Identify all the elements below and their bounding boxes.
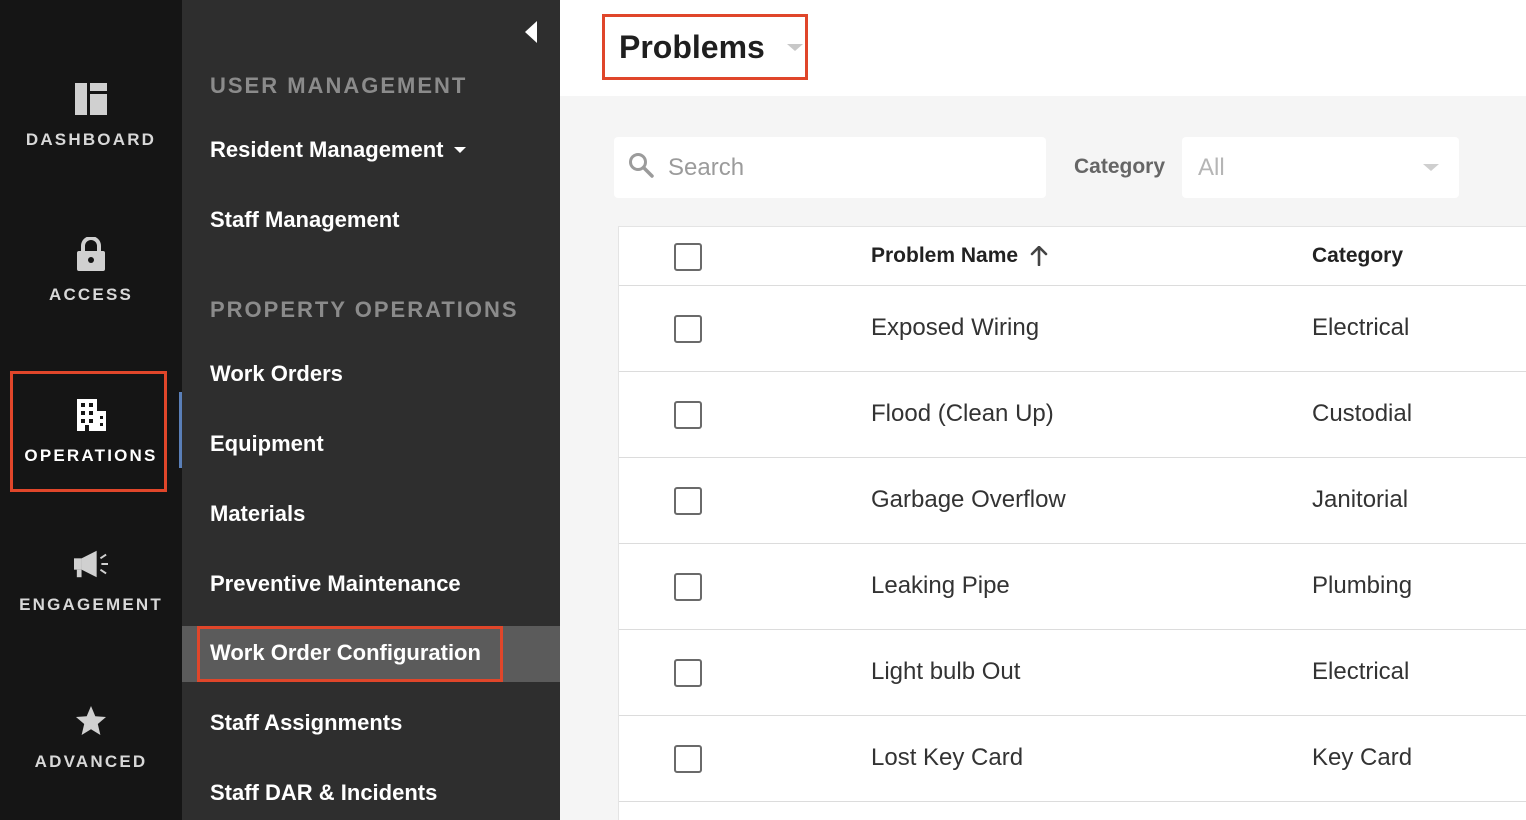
nav-link-preventive-maintenance[interactable]: Preventive Maintenance xyxy=(210,571,461,597)
nav-link-staff-management[interactable]: Staff Management xyxy=(210,207,399,233)
selected-highlight-box xyxy=(197,626,503,682)
nav-link-label: Resident Management xyxy=(210,137,444,162)
rail-item-dashboard[interactable]: DASHBOARD xyxy=(0,56,182,176)
dashboard-icon xyxy=(74,82,108,116)
chevron-down-icon[interactable] xyxy=(786,43,803,51)
search-box[interactable] xyxy=(614,137,1046,198)
select-all-checkbox[interactable] xyxy=(674,243,702,271)
category-cell: Electrical xyxy=(1312,314,1410,341)
table-row[interactable]: Exposed Wiring Electrical xyxy=(619,286,1526,372)
row-checkbox[interactable] xyxy=(674,573,702,601)
category-cell: Electrical xyxy=(1312,658,1410,685)
main-content: Problems Category All Problem Name Categ… xyxy=(560,0,1526,820)
row-checkbox[interactable] xyxy=(674,487,702,515)
rail-label: DASHBOARD xyxy=(25,130,157,149)
column-header-category[interactable]: Category xyxy=(1312,244,1403,268)
search-input[interactable] xyxy=(668,153,1028,182)
category-cell: Key Card xyxy=(1312,744,1413,771)
table-row[interactable]: Leaking Pipe Plumbing xyxy=(619,544,1526,630)
rail-item-advanced[interactable]: ADVANCED xyxy=(0,678,182,798)
table-row[interactable]: Lost Key Card Key Card xyxy=(619,716,1526,802)
problem-name-cell: Exposed Wiring xyxy=(871,314,1040,341)
problem-name-cell: Garbage Overflow xyxy=(871,486,1066,513)
problem-name-cell: Leaking Pipe xyxy=(871,572,1010,599)
nav-link-label: Staff Assignments xyxy=(210,710,403,735)
problems-table: Problem Name Category Exposed Wiring Ele… xyxy=(618,226,1526,820)
lock-icon xyxy=(74,237,108,271)
nav-link-resident-management[interactable]: Resident Management xyxy=(210,137,466,163)
star-icon xyxy=(74,704,108,738)
page-title-selector[interactable]: Problems xyxy=(602,14,808,80)
category-filter-label: Category xyxy=(1074,155,1166,178)
column-header-label: Problem Name xyxy=(871,244,1019,267)
rail-label: ENGAGEMENT xyxy=(19,595,163,614)
search-icon xyxy=(628,152,654,183)
rail-item-access[interactable]: ACCESS xyxy=(0,211,182,331)
nav-link-label: Equipment xyxy=(210,431,324,456)
section-title-user-management: USER MANAGEMENT xyxy=(210,73,468,98)
rail-label: ADVANCED xyxy=(34,752,148,771)
nav-link-label: Staff Management xyxy=(210,207,400,232)
nav-link-label: Materials xyxy=(210,501,306,526)
nav-link-equipment[interactable]: Equipment xyxy=(210,431,324,457)
nav-link-label: Preventive Maintenance xyxy=(210,571,461,596)
secondary-nav: USER MANAGEMENT Resident Management Staf… xyxy=(179,0,560,820)
column-header-problem-name[interactable]: Problem Name xyxy=(871,244,1048,268)
row-checkbox[interactable] xyxy=(674,745,702,773)
collapse-button[interactable] xyxy=(522,20,542,44)
category-cell: Plumbing xyxy=(1312,572,1413,599)
chevron-down-icon xyxy=(453,147,466,153)
chevron-down-icon xyxy=(1423,164,1439,171)
problem-name-cell: Flood (Clean Up) xyxy=(871,400,1054,427)
nav-link-staff-dar-incidents[interactable]: Staff DAR & Incidents xyxy=(210,780,437,806)
nav-link-materials[interactable]: Materials xyxy=(210,501,305,527)
category-select-value: All xyxy=(1198,153,1225,181)
row-checkbox[interactable] xyxy=(674,401,702,429)
problem-name-cell: Lost Key Card xyxy=(871,744,1024,771)
page-header: Problems xyxy=(560,0,1526,96)
primary-rail: DASHBOARD ACCESS OPERATIONS ENGAGEMENT A… xyxy=(0,0,182,820)
megaphone-icon xyxy=(74,547,108,581)
sort-ascending-icon xyxy=(1030,246,1048,266)
nav-link-label: Staff DAR & Incidents xyxy=(210,780,438,805)
table-row[interactable]: Flood (Clean Up) Custodial xyxy=(619,372,1526,458)
operations-highlight-box xyxy=(10,371,167,492)
rail-label: ACCESS xyxy=(48,285,134,304)
nav-link-label: Work Orders xyxy=(210,361,343,386)
table-row[interactable]: Garbage Overflow Janitorial xyxy=(619,458,1526,544)
row-checkbox[interactable] xyxy=(674,315,702,343)
category-select[interactable]: All xyxy=(1182,137,1459,198)
category-cell: Custodial xyxy=(1312,400,1413,427)
table-row[interactable]: Light bulb Out Electrical xyxy=(619,630,1526,716)
section-title-property-operations: PROPERTY OPERATIONS xyxy=(210,297,519,322)
nav-link-work-orders[interactable]: Work Orders xyxy=(210,361,343,387)
row-checkbox[interactable] xyxy=(674,659,702,687)
table-header: Problem Name Category xyxy=(619,227,1526,286)
page-title: Problems xyxy=(619,28,765,65)
problem-name-cell: Light bulb Out xyxy=(871,658,1021,685)
nav-link-staff-assignments[interactable]: Staff Assignments xyxy=(210,710,402,736)
active-indicator xyxy=(179,392,182,468)
category-cell: Janitorial xyxy=(1312,486,1409,513)
rail-item-engagement[interactable]: ENGAGEMENT xyxy=(0,521,182,641)
